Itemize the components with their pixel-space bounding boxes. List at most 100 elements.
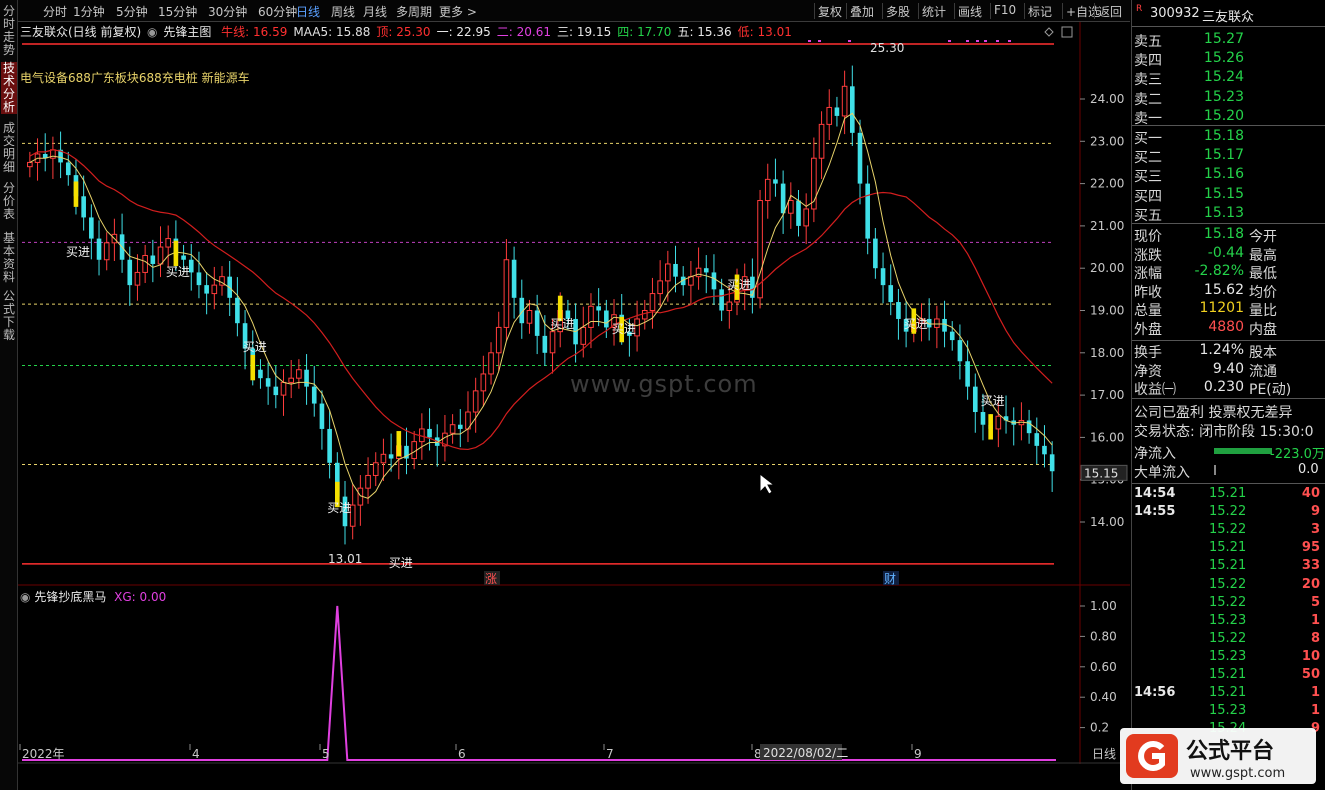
top-signal-dot — [808, 40, 811, 43]
buy-label: 买进 — [904, 317, 928, 331]
left-tab-3[interactable]: 分价表 — [1, 182, 17, 221]
info-item-8: 低: 13.01 — [737, 25, 792, 39]
logo-url: www.gspt.com — [1190, 766, 1285, 781]
buy-bar — [396, 431, 402, 457]
indicator-name[interactable]: 先锋主图 — [163, 25, 211, 39]
top-signal-dot — [848, 40, 851, 43]
bid-label: 买四 — [1134, 188, 1162, 205]
period-1[interactable]: 1分钟 — [73, 3, 105, 20]
stat-row-2: 涨幅 -2.82% 最低 — [1132, 263, 1325, 282]
toolbar-right-3[interactable]: 统计 — [922, 3, 946, 20]
buy-label: 买进 — [243, 340, 267, 354]
cai-marker[interactable]: 财 — [884, 572, 896, 586]
toolbar-right-2[interactable]: 多股 — [886, 3, 910, 20]
stat2-value: 0.230 — [1203, 379, 1244, 396]
quote-separator — [1132, 340, 1325, 341]
notice-row: 公司已盈利 投票权无差异 — [1132, 402, 1325, 421]
period-4[interactable]: 30分钟 — [208, 3, 247, 20]
bid-price: 15.16 — [1203, 166, 1244, 183]
period-7[interactable]: 周线 — [331, 3, 355, 20]
tick-price: 15.21 — [1209, 558, 1247, 574]
period-9[interactable]: 多周期 — [396, 3, 432, 20]
sub-indicator-icon[interactable]: ◉ — [20, 590, 30, 604]
left-tab-0[interactable]: 分时走势 — [1, 5, 17, 57]
tick-row: 15.23 1 — [1132, 703, 1325, 721]
toolbar-right-8[interactable]: 返回 — [1098, 3, 1122, 20]
bid-price: 15.18 — [1203, 128, 1244, 144]
period-2[interactable]: 5分钟 — [116, 3, 148, 20]
ask-price: 15.24 — [1203, 69, 1244, 86]
bid-price: 15.15 — [1203, 185, 1244, 202]
trade-status-row: 交易状态: 闭市阶段 15:30:0 — [1132, 421, 1325, 440]
buy-label: 买进 — [166, 265, 190, 279]
stat2-label-right: 股本 — [1249, 345, 1277, 361]
toolbar-separator — [814, 3, 815, 19]
date-label: 6 — [458, 747, 466, 761]
top-signal-dot — [948, 40, 951, 43]
left-tab-1[interactable]: 技术分析 — [1, 62, 17, 114]
price-axis-label: 22.00 — [1090, 177, 1124, 191]
period-0[interactable]: 分时 — [43, 3, 67, 20]
info-item-1: MAA5: 15.88 — [293, 25, 371, 39]
stat-label: 现价 — [1134, 229, 1162, 245]
sub-indicator-name[interactable]: 先锋抄底黑马 — [34, 590, 106, 604]
stat-row-5: 外盘 4880 内盘 — [1132, 319, 1325, 338]
netflow-value: -223.0万 — [1270, 447, 1325, 462]
stat-row-4: 总量 11201 量比 — [1132, 300, 1325, 319]
period-10[interactable]: 更多 > — [439, 3, 477, 20]
ask-price: 15.26 — [1203, 50, 1244, 67]
info-item-0: 牛线: 16.59 — [221, 25, 288, 39]
logo-text: 公式平台 — [1186, 738, 1274, 764]
price-axis-label: 24.00 — [1090, 92, 1124, 106]
stat2-value: 9.40 — [1212, 360, 1244, 377]
tick-time: 14:56 — [1134, 685, 1176, 701]
period-5[interactable]: 60分钟 — [258, 3, 297, 20]
period-label[interactable]: 日线 — [1092, 747, 1116, 761]
stat-label: 昨收 — [1134, 284, 1162, 301]
ask-price: 15.23 — [1203, 88, 1244, 105]
ask-label: 卖一 — [1134, 110, 1162, 127]
ask-row-2: 卖三 15.24 — [1132, 69, 1325, 88]
toolbar-right-4[interactable]: 画线 — [958, 3, 982, 20]
tick-row: 15.22 8 — [1132, 631, 1325, 649]
period-8[interactable]: 月线 — [363, 3, 387, 20]
bigflow-label: 大单流入 — [1134, 465, 1190, 481]
toolbar-right-1[interactable]: 叠加 — [850, 3, 874, 20]
stat-row-3: 昨收 15.62 均价 — [1132, 282, 1325, 301]
tick-row: 15.23 10 — [1132, 649, 1325, 667]
bid-price: 15.13 — [1203, 204, 1244, 221]
zhang-marker[interactable]: 涨 — [485, 571, 497, 586]
ask-price: 15.20 — [1203, 107, 1244, 124]
tick-row: 15.23 1 — [1132, 613, 1325, 631]
bid-row-2: 买三 15.16 — [1132, 166, 1325, 185]
stat-label-right: 均价 — [1249, 284, 1277, 301]
tick-price: 15.22 — [1209, 504, 1247, 520]
left-tab-bar: 分时走势技术分析成交明细分价表基本资料公式下载 — [0, 0, 18, 790]
bid-price: 15.17 — [1203, 147, 1244, 164]
period-3[interactable]: 15分钟 — [158, 3, 197, 20]
stock-title: 三友联众(日线 前复权) — [20, 25, 142, 39]
stat2-label: 收益㈠ — [1134, 382, 1176, 399]
tick-volume: 20 — [1301, 576, 1320, 592]
period-6[interactable]: 日线 — [296, 3, 320, 20]
tick-price: 15.21 — [1209, 540, 1247, 556]
price-axis-label: 20.00 — [1090, 261, 1124, 275]
left-tab-4[interactable]: 基本资料 — [1, 232, 17, 284]
bigflow-row: 大单流入 0.0 — [1132, 462, 1325, 481]
tick-price: 15.23 — [1209, 648, 1247, 664]
stat-row-0: 现价 15.18 今开 — [1132, 226, 1325, 245]
left-tab-2[interactable]: 成交明细 — [1, 122, 17, 174]
indicator-name-icon[interactable]: ◉ — [147, 25, 157, 39]
toolbar-separator — [1094, 3, 1095, 19]
bid-label: 买五 — [1134, 207, 1162, 224]
ask-label: 卖四 — [1134, 53, 1162, 70]
info-item-2: 顶: 25.30 — [376, 25, 431, 39]
toolbar-right-6[interactable]: 标记 — [1028, 3, 1052, 20]
stat-row-1: 涨跌 -0.44 最高 — [1132, 245, 1325, 264]
tick-volume: 50 — [1301, 667, 1320, 682]
left-tab-5[interactable]: 公式下载 — [1, 290, 17, 342]
cursor-date: 2022/08/02/二 — [763, 746, 848, 760]
toolbar-right-0[interactable]: 复权 — [818, 3, 842, 20]
tick-volume: 3 — [1310, 522, 1320, 538]
toolbar-right-5[interactable]: F10 — [994, 3, 1016, 17]
